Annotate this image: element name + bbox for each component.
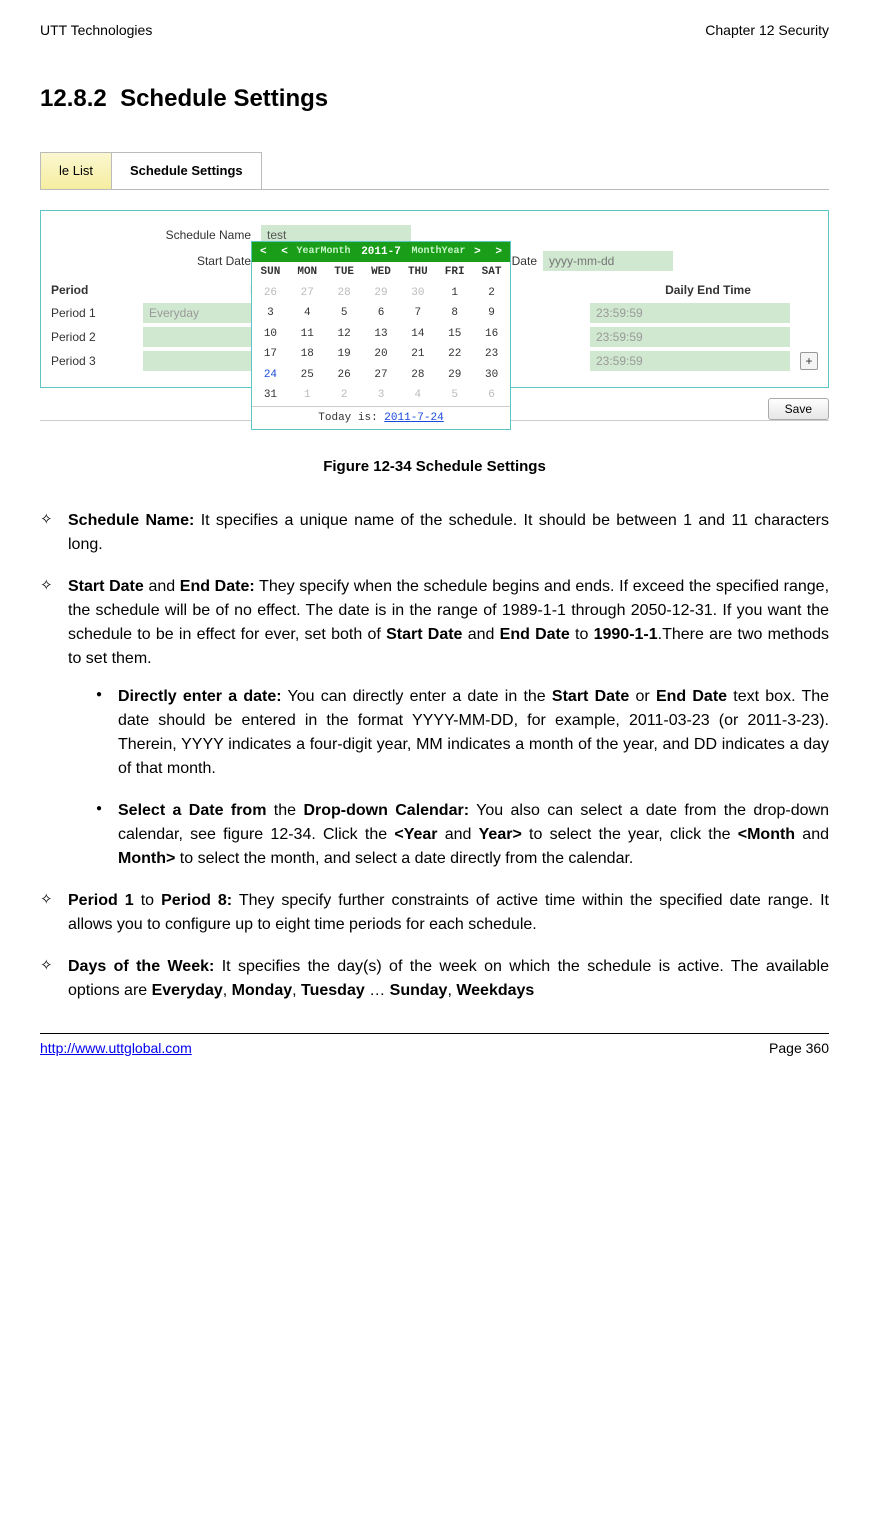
desc-periods: Period 1 to Period 8: They specify furth… <box>40 889 829 937</box>
period1-end-input[interactable] <box>590 303 790 323</box>
tab-schedule-settings[interactable]: Schedule Settings <box>111 152 262 189</box>
figure-screenshot: le List Schedule Settings Schedule Name … <box>40 152 829 421</box>
header-left: UTT Technologies <box>40 20 152 41</box>
header-right: Chapter 12 Security <box>705 20 829 41</box>
calendar-day[interactable]: 9 <box>473 303 510 324</box>
calendar-day[interactable]: 7 <box>399 303 436 324</box>
calendar-current: 2011-7 <box>355 244 407 261</box>
calendar-day[interactable]: 13 <box>363 324 400 345</box>
calendar-day[interactable]: 28 <box>399 365 436 386</box>
desc-select-calendar: Select a Date from the Drop-down Calenda… <box>96 799 829 871</box>
calendar-day[interactable]: 22 <box>436 344 473 365</box>
year-month-left: YearMonth <box>297 244 351 259</box>
calendar-day[interactable]: 6 <box>473 385 510 406</box>
page-header: UTT Technologies Chapter 12 Security <box>40 20 829 41</box>
desc-schedule-name: Schedule Name: It specifies a unique nam… <box>40 509 829 557</box>
col-end: Daily End Time <box>598 281 818 299</box>
calendar-day[interactable]: 5 <box>326 303 363 324</box>
prev-month-icon[interactable]: < <box>277 246 292 258</box>
calendar-day[interactable]: 30 <box>399 283 436 304</box>
calendar-day[interactable]: 25 <box>289 365 326 386</box>
next-year-icon[interactable]: > <box>491 246 506 258</box>
calendar-day[interactable]: 29 <box>436 365 473 386</box>
calendar-day[interactable]: 16 <box>473 324 510 345</box>
calendar-day[interactable]: 20 <box>363 344 400 365</box>
calendar-day[interactable]: 15 <box>436 324 473 345</box>
schedule-name-label: Schedule Name <box>51 226 261 244</box>
calendar-day[interactable]: 2 <box>473 283 510 304</box>
calendar-day[interactable]: 8 <box>436 303 473 324</box>
save-button[interactable]: Save <box>768 398 829 420</box>
calendar-day[interactable]: 31 <box>252 385 289 406</box>
calendar-day[interactable]: 4 <box>399 385 436 406</box>
period3-end-input[interactable] <box>590 351 790 371</box>
figure-caption: Figure 12-34 Schedule Settings <box>40 456 829 479</box>
calendar-day[interactable]: 1 <box>289 385 326 406</box>
footer-url[interactable]: http://www.uttglobal.com <box>40 1038 192 1059</box>
calendar-day[interactable]: 19 <box>326 344 363 365</box>
section-heading: 12.8.2 Schedule Settings <box>40 81 829 117</box>
date-picker-calendar[interactable]: < < YearMonth 2011-7 MonthYear > > SUN M… <box>251 241 511 431</box>
description-list: Schedule Name: It specifies a unique nam… <box>40 509 829 1003</box>
calendar-day[interactable]: 4 <box>289 303 326 324</box>
calendar-day[interactable]: 30 <box>473 365 510 386</box>
calendar-header: < < YearMonth 2011-7 MonthYear > > <box>252 242 510 263</box>
page-footer: http://www.uttglobal.com Page 360 <box>40 1033 829 1059</box>
add-period-button[interactable]: + <box>800 352 818 370</box>
calendar-day[interactable]: 11 <box>289 324 326 345</box>
end-date-input[interactable] <box>543 251 673 271</box>
start-date-label: Start Date <box>51 252 261 270</box>
month-year-right: MonthYear <box>411 244 465 259</box>
calendar-day[interactable]: 26 <box>326 365 363 386</box>
calendar-day[interactable]: 3 <box>363 385 400 406</box>
calendar-day[interactable]: 27 <box>289 283 326 304</box>
calendar-day[interactable]: 29 <box>363 283 400 304</box>
calendar-day[interactable]: 10 <box>252 324 289 345</box>
desc-days-of-week: Days of the Week: It specifies the day(s… <box>40 955 829 1003</box>
col-period: Period <box>51 281 143 299</box>
calendar-footer: Today is: 2011-7-24 <box>252 406 510 430</box>
calendar-day[interactable]: 3 <box>252 303 289 324</box>
period1-label: Period 1 <box>51 304 143 322</box>
tab-bar: le List Schedule Settings <box>40 152 829 190</box>
calendar-day[interactable]: 17 <box>252 344 289 365</box>
calendar-day[interactable]: 27 <box>363 365 400 386</box>
period2-label: Period 2 <box>51 328 143 346</box>
schedule-form-panel: Schedule Name Start Date End Date < < Ye… <box>40 210 829 388</box>
footer-page: Page 360 <box>769 1038 829 1059</box>
calendar-grid: SUN MON TUE WED THU FRI SAT 26 27 28 29 … <box>252 262 510 406</box>
next-month-icon[interactable]: > <box>470 246 485 258</box>
tab-le-list[interactable]: le List <box>40 152 112 189</box>
calendar-day[interactable]: 21 <box>399 344 436 365</box>
calendar-day-today[interactable]: 24 <box>252 365 289 386</box>
desc-direct-entry: Directly enter a date: You can directly … <box>96 685 829 781</box>
calendar-day[interactable]: 14 <box>399 324 436 345</box>
calendar-day[interactable]: 18 <box>289 344 326 365</box>
calendar-day[interactable]: 12 <box>326 324 363 345</box>
desc-start-end-date: Start Date and End Date: They specify wh… <box>40 575 829 871</box>
period2-end-input[interactable] <box>590 327 790 347</box>
calendar-day[interactable]: 23 <box>473 344 510 365</box>
calendar-day[interactable]: 2 <box>326 385 363 406</box>
calendar-day[interactable]: 6 <box>363 303 400 324</box>
calendar-day[interactable]: 26 <box>252 283 289 304</box>
prev-year-icon[interactable]: < <box>256 246 271 258</box>
calendar-day[interactable]: 28 <box>326 283 363 304</box>
today-link[interactable]: 2011-7-24 <box>384 412 443 424</box>
calendar-day[interactable]: 1 <box>436 283 473 304</box>
period3-label: Period 3 <box>51 352 143 370</box>
calendar-day[interactable]: 5 <box>436 385 473 406</box>
